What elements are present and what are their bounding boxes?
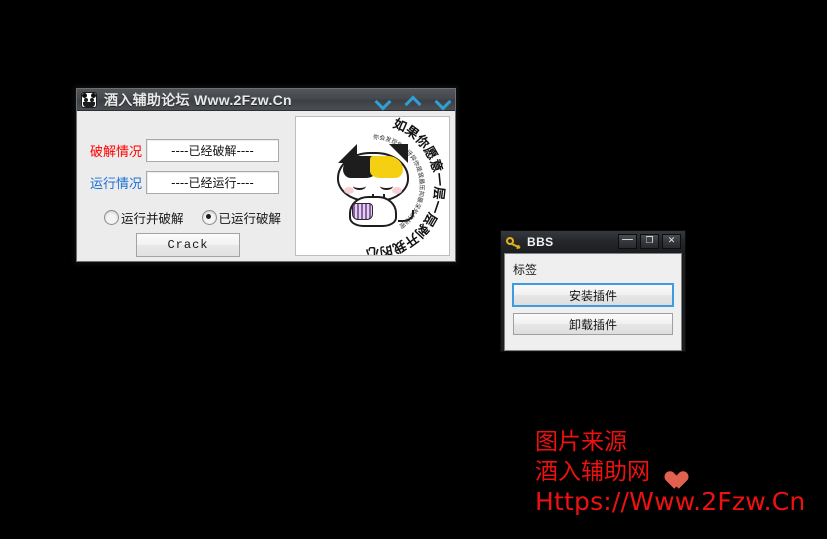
maximize-icon: ❐ <box>645 236 654 246</box>
crack-status-value: ----已经破解---- <box>146 139 279 162</box>
panda-icon <box>81 91 97 108</box>
minimize-chevron-icon[interactable] <box>375 92 391 108</box>
close-button[interactable]: ✕ <box>662 234 681 249</box>
crack-status-label: 破解情况 <box>90 145 143 160</box>
minimize-button[interactable]: — <box>618 232 637 249</box>
watermark-line-1: 图片来源 <box>535 429 627 455</box>
main-window-body: 破解情况 ----已经破解---- 运行情况 ----已经运行---- 运行并破… <box>77 111 455 261</box>
heart-icon <box>660 462 682 482</box>
bbs-plugin-window: BBS — ❐ ✕ 标签 安装插件 卸载插件 <box>500 230 686 352</box>
install-plugin-button[interactable]: 安装插件 <box>512 283 674 307</box>
close-icon: ✕ <box>667 236 676 246</box>
bbs-window-titlebar[interactable]: BBS — ❐ ✕ <box>501 231 685 253</box>
bbs-window-title-buttons: — ❐ ✕ <box>618 232 681 249</box>
radio-run-and-crack[interactable]: 运行并破解 <box>104 208 184 227</box>
watermark: 图片来源 酒入辅助网 Https://Www.2Fzw.Cn <box>535 427 805 517</box>
main-window-titlebar[interactable]: 酒入辅助论坛 Www.2Fzw.Cn <box>77 89 455 111</box>
main-cracker-window: 酒入辅助论坛 Www.2Fzw.Cn 破解情况 ----已经破解---- 运行情… <box>76 88 456 262</box>
cat-illustration-icon <box>335 144 414 228</box>
mode-radio-group: 运行并破解 已运行破解 <box>104 208 281 227</box>
radio-unselected-icon <box>104 210 119 225</box>
maximize-chevron-icon[interactable] <box>405 92 421 108</box>
crack-status-row: 破解情况 ----已经破解---- <box>90 139 279 162</box>
artwork-panel: 如果你愿意一层一层剥开我的心 你会发现你会讶异你是我最压抑最深处的秘密 <box>295 116 450 256</box>
watermark-line-2: 酒入辅助网 <box>535 459 650 485</box>
watermark-line-2-row: 酒入辅助网 <box>535 457 805 487</box>
radio-selected-icon <box>201 210 217 225</box>
run-status-value: ----已经运行---- <box>146 171 279 194</box>
key-icon <box>504 235 521 249</box>
crack-button[interactable]: Crack <box>136 233 240 257</box>
main-window-title-buttons <box>375 89 451 110</box>
radio-already-running-crack[interactable]: 已运行破解 <box>201 208 282 227</box>
main-window-title: 酒入辅助论坛 Www.2Fzw.Cn <box>104 91 292 108</box>
maximize-button[interactable]: ❐ <box>640 234 659 249</box>
minimize-icon: — <box>621 232 634 246</box>
main-form-panel: 破解情况 ----已经破解---- 运行情况 ----已经运行---- 运行并破… <box>82 116 291 257</box>
bbs-window-title: BBS <box>527 235 554 249</box>
radio-already-running-crack-label: 已运行破解 <box>218 211 282 226</box>
bbs-window-body: 标签 安装插件 卸载插件 <box>504 253 682 351</box>
watermark-url: Https://Www.2Fzw.Cn <box>535 487 806 516</box>
bbs-tag-label: 标签 <box>513 263 538 277</box>
uninstall-plugin-button[interactable]: 卸载插件 <box>513 313 673 335</box>
run-status-label: 运行情况 <box>90 177 143 192</box>
radio-run-and-crack-label: 运行并破解 <box>121 211 184 226</box>
run-status-row: 运行情况 ----已经运行---- <box>90 171 279 194</box>
close-chevron-icon[interactable] <box>435 92 451 108</box>
circular-text-artwork: 如果你愿意一层一层剥开我的心 你会发现你会讶异你是我最压抑最深处的秘密 <box>296 117 449 255</box>
